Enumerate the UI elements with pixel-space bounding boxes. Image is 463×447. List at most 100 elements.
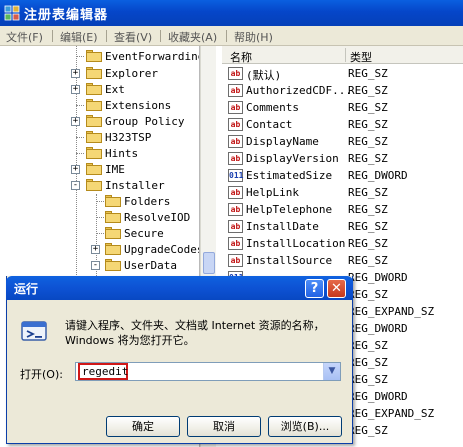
menu-favorites[interactable]: 收藏夹(A) [168,29,217,45]
collapse-icon[interactable]: - [71,181,80,190]
list-item[interactable]: ab Contact REG_SZ [222,116,463,133]
value-name: Comments [246,101,299,114]
value-name: InstallDate [246,220,319,233]
folder-icon [86,147,102,159]
folder-icon [86,131,102,143]
tree-item-secure[interactable]: Secure [124,227,164,240]
menu-view[interactable]: 查看(V) [114,29,152,45]
value-name: DisplayVersion [246,152,339,165]
expand-icon[interactable]: + [71,117,80,126]
list-item[interactable]: 011 EstimatedSize REG_DWORD [222,167,463,184]
folder-icon [86,67,102,79]
column-header-name[interactable]: 名称 [230,49,252,65]
chevron-down-icon[interactable]: ▼ [323,363,340,380]
menu-separator [106,30,107,42]
collapse-icon[interactable]: - [91,261,100,270]
string-value-icon: ab [228,118,243,131]
list-item[interactable]: ab DisplayName REG_SZ [222,133,463,150]
folder-icon [105,227,121,239]
tree-item-folders[interactable]: Folders [124,195,170,208]
open-input[interactable]: regedit [78,363,128,380]
string-value-icon: ab [228,152,243,165]
value-type: REG_SZ [348,186,388,199]
menu-file[interactable]: 文件(F) [6,29,43,45]
list-item[interactable]: ab InstallSource REG_SZ [222,252,463,269]
tree-item-h323tsp[interactable]: H323TSP [105,131,151,144]
run-dialog-titlebar[interactable]: 运行 ? ✕ [6,276,353,300]
expand-icon[interactable]: + [71,165,80,174]
folder-icon [86,115,102,127]
window-titlebar[interactable]: 注册表编辑器 [0,0,463,26]
list-item[interactable]: ab HelpTelephone REG_SZ [222,201,463,218]
column-separator[interactable] [345,48,346,62]
value-type: REG_SZ [348,67,388,80]
menu-help[interactable]: 帮助(H) [234,29,273,45]
tree-item-ime[interactable]: IME [105,163,125,176]
expand-icon[interactable]: + [71,85,80,94]
value-type: REG_DWORD [348,169,408,182]
value-type: REG_SZ [348,203,388,216]
value-type: REG_SZ [348,84,388,97]
tree-item-ext[interactable]: Ext [105,83,125,96]
folder-icon [105,195,121,207]
tree-connector [96,201,104,202]
tree-item-userdata[interactable]: UserData [124,259,177,272]
list-item[interactable]: ab (默认) REG_SZ [222,65,463,82]
tree-item-installer[interactable]: Installer [105,179,165,192]
value-name: EstimatedSize [246,169,333,182]
value-type: REG_DWORD [348,390,408,403]
menu-separator [52,30,53,42]
value-type: REG_SZ [348,101,388,114]
folder-icon [105,211,121,223]
list-item[interactable]: ab Comments REG_SZ [222,99,463,116]
tree-item-upgradecodes[interactable]: UpgradeCodes [124,243,199,256]
folder-icon [105,243,121,255]
tree-item-resolveiod[interactable]: ResolveIOD [124,211,190,224]
value-type: REG_SZ [348,220,388,233]
value-type: REG_SZ [348,356,388,369]
menu-edit[interactable]: 编辑(E) [60,29,98,45]
list-item[interactable]: ab DisplayVersion REG_SZ [222,150,463,167]
tree-connector [96,233,104,234]
value-name: InstallLocation [246,237,346,250]
tree-item-extensions[interactable]: Extensions [105,99,171,112]
expand-icon[interactable]: + [71,69,80,78]
list-item[interactable]: ab InstallLocation REG_SZ [222,235,463,252]
string-value-icon: ab [228,203,243,216]
tree-scrollbar-thumb[interactable] [203,252,215,274]
value-type: REG_SZ [348,339,388,352]
open-folder-icon [86,179,102,191]
run-dialog: 运行 ? ✕ 请键入程序、文件夹、文档或 Internet 资源的名称，Wind… [6,276,353,444]
close-button[interactable]: ✕ [327,279,346,298]
open-combobox[interactable]: regedit ▼ [75,362,341,381]
folder-icon [86,83,102,95]
run-dialog-message: 请键入程序、文件夹、文档或 Internet 资源的名称，Windows 将为您… [65,319,325,347]
browse-button[interactable]: 浏览(B)... [268,416,342,437]
ok-button[interactable]: 确定 [106,416,180,437]
column-header-type[interactable]: 类型 [350,49,372,65]
list-item[interactable]: ab AuthorizedCDF... REG_SZ [222,82,463,99]
registry-editor-icon [4,5,20,21]
tree-connector [76,137,84,138]
tree-connector [96,217,104,218]
open-folder-icon [105,259,121,271]
list-item[interactable]: ab InstallDate REG_SZ [222,218,463,235]
string-value-icon: ab [228,67,243,80]
list-item[interactable]: ab HelpLink REG_SZ [222,184,463,201]
folder-icon [86,99,102,111]
cancel-button[interactable]: 取消 [187,416,261,437]
string-value-icon: ab [228,135,243,148]
run-dialog-title: 运行 [14,282,39,296]
menu-separator [226,30,227,42]
folder-icon [86,50,102,62]
tree-item-hints[interactable]: Hints [105,147,138,160]
expand-icon[interactable]: + [91,245,100,254]
string-value-icon: ab [228,186,243,199]
help-button[interactable]: ? [305,279,324,298]
tree-item-eventforwarding[interactable]: EventForwarding [105,50,199,63]
string-value-icon: ab [228,254,243,267]
value-type: REG_DWORD [348,271,408,284]
tree-item-group-policy[interactable]: Group Policy [105,115,184,128]
value-name: HelpTelephone [246,203,333,216]
tree-item-explorer[interactable]: Explorer [105,67,158,80]
